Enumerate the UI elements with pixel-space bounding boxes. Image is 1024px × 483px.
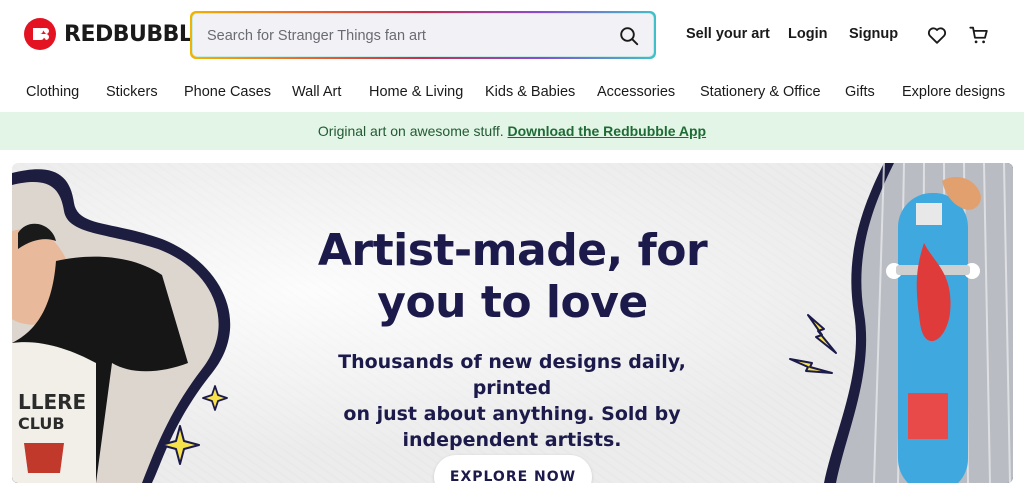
- hero-subtitle: Thousands of new designs daily, printed …: [312, 349, 712, 453]
- sparkle-decoration-icon: [202, 385, 228, 411]
- search-input[interactable]: [205, 14, 609, 58]
- app-promo-banner: Original art on awesome stuff. Download …: [0, 112, 1024, 150]
- category-wall-art[interactable]: Wall Art: [292, 84, 341, 100]
- logo-mark-icon: [24, 18, 56, 50]
- hero-subtitle-line-1: Thousands of new designs daily, printed: [338, 351, 686, 399]
- login-link[interactable]: Login: [788, 26, 827, 42]
- search-icon[interactable]: [619, 26, 639, 46]
- category-explore-designs[interactable]: Explore designs: [902, 84, 1005, 100]
- category-stickers[interactable]: Stickers: [106, 84, 158, 100]
- category-home-living[interactable]: Home & Living: [369, 84, 463, 100]
- category-kids-babies[interactable]: Kids & Babies: [485, 84, 575, 100]
- banner-text: Original art on awesome stuff.: [317, 123, 504, 139]
- category-nav: Clothing Stickers Phone Cases Wall Art H…: [0, 72, 1024, 112]
- hero-subtitle-line-3: independent artists.: [402, 429, 622, 451]
- category-gifts[interactable]: Gifts: [845, 84, 875, 100]
- signup-link[interactable]: Signup: [849, 26, 898, 42]
- hero-section: LLERE CLUB Artist-made, for you to love …: [12, 163, 1013, 483]
- heart-icon[interactable]: [926, 24, 948, 46]
- svg-text:LLERE: LLERE: [18, 390, 86, 414]
- search-bar: [190, 11, 656, 59]
- hero-subtitle-line-2: on just about anything. Sold by: [343, 403, 681, 425]
- category-phone-cases[interactable]: Phone Cases: [184, 84, 271, 100]
- logo-text: REDBUBBLE: [64, 21, 207, 47]
- cart-icon[interactable]: [968, 24, 990, 46]
- category-accessories[interactable]: Accessories: [597, 84, 675, 100]
- hero-skateboard-image: [824, 163, 1013, 483]
- svg-text:CLUB: CLUB: [18, 414, 65, 433]
- redbubble-logo[interactable]: REDBUBBLE: [24, 18, 207, 50]
- category-clothing[interactable]: Clothing: [26, 84, 79, 100]
- search-box: [192, 13, 654, 58]
- download-app-link[interactable]: Download the Redbubble App: [508, 123, 707, 139]
- sell-your-art-link[interactable]: Sell your art: [686, 26, 770, 42]
- site-header: REDBUBBLE Sell your art Login Signup: [0, 0, 1024, 72]
- explore-now-button[interactable]: EXPLORE NOW: [434, 455, 592, 483]
- sparkle-decoration-icon: [160, 425, 200, 465]
- category-stationery-office[interactable]: Stationery & Office: [700, 84, 821, 100]
